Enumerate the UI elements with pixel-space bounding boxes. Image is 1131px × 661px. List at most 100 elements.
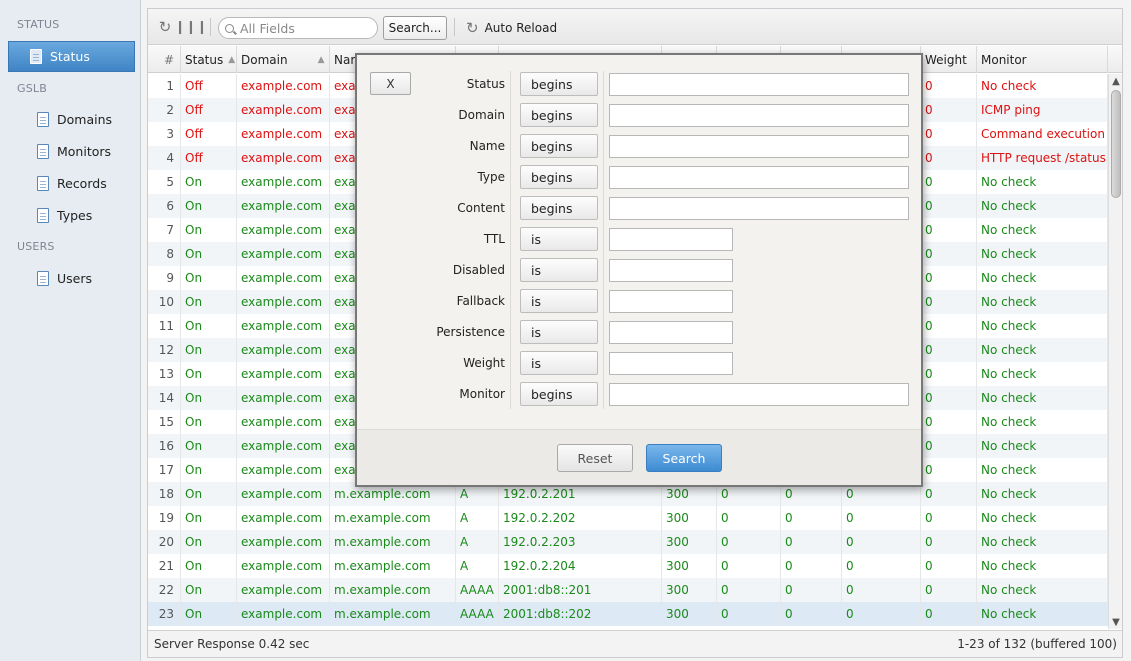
cell-status: On [181, 482, 237, 506]
overlay-footer: Reset Search [357, 429, 921, 485]
vertical-scrollbar[interactable]: ▲ ▼ [1108, 74, 1122, 629]
filter-label: Persistence [436, 325, 505, 339]
column-header-label: Monitor [981, 52, 1027, 67]
operator-select[interactable]: begins [520, 165, 598, 189]
cell-disabled: 0 [717, 530, 781, 554]
filter-label: Weight [463, 356, 505, 370]
operator-select[interactable]: begins [520, 134, 598, 158]
search-submit-button[interactable]: Search [646, 444, 722, 472]
cell-monitor: No check [977, 482, 1108, 506]
sidebar-item-records[interactable]: Records [8, 168, 135, 199]
cell-status: On [181, 266, 237, 290]
cell-disabled: 0 [717, 554, 781, 578]
column-header-label: Domain [241, 52, 288, 67]
cell-weight: 0 [921, 122, 977, 146]
operator-select[interactable]: is [520, 320, 598, 344]
filter-value-input[interactable] [609, 352, 733, 375]
scroll-down-icon[interactable]: ▼ [1109, 615, 1123, 629]
cell-status: On [181, 170, 237, 194]
operator-select[interactable]: is [520, 289, 598, 313]
toolbar-divider [210, 18, 211, 36]
cell-type: A [456, 506, 499, 530]
filter-value-input[interactable] [609, 197, 909, 220]
column-header-status[interactable]: Status ▲ [181, 46, 237, 73]
cell-monitor: No check [977, 338, 1108, 362]
filter-value-input[interactable] [609, 383, 909, 406]
filter-value-input[interactable] [609, 259, 733, 282]
scrollbar-thumb[interactable] [1111, 90, 1121, 198]
column-header-monitor[interactable]: Monitor [977, 46, 1108, 73]
filter-value-input[interactable] [609, 166, 909, 189]
column-header-label: # [163, 52, 174, 67]
sidebar-item-types[interactable]: Types [8, 200, 135, 231]
filter-value-input[interactable] [609, 135, 909, 158]
operator-select[interactable]: begins [520, 196, 598, 220]
cell-monitor: No check [977, 410, 1108, 434]
cell-n: 17 [148, 458, 181, 482]
cell-domain: example.com [237, 122, 330, 146]
filter-value-input[interactable] [609, 104, 909, 127]
operator-select[interactable]: is [520, 258, 598, 282]
sidebar-item-label: Domains [57, 112, 113, 127]
document-icon [37, 271, 49, 286]
sidebar-item-domains[interactable]: Domains [8, 104, 135, 135]
cell-disabled: 0 [717, 602, 781, 626]
cell-domain: example.com [237, 74, 330, 98]
toolbar: ↻ ❙❙❙ All Fields Search... ↻ Auto Reload [148, 9, 1122, 45]
search-placeholder: All Fields [240, 20, 295, 36]
cell-n: 23 [148, 602, 181, 626]
sidebar-item-users[interactable]: Users [8, 263, 135, 294]
filter-row-monitor: Monitor begins [357, 379, 921, 410]
cell-monitor: No check [977, 290, 1108, 314]
cell-monitor: No check [977, 602, 1108, 626]
filter-value-input[interactable] [609, 228, 733, 251]
cell-status: On [181, 578, 237, 602]
filter-row-disabled: Disabled is [357, 255, 921, 286]
search-input[interactable]: All Fields [218, 17, 378, 39]
table-row[interactable]: 19 On example.com m.example.com A 192.0.2.202… [148, 506, 1108, 530]
refresh-icon[interactable]: ↻ [156, 15, 174, 39]
cell-fallback: 0 [781, 578, 842, 602]
filter-value-input[interactable] [609, 290, 733, 313]
reset-button[interactable]: Reset [557, 444, 633, 472]
sidebar-item-status[interactable]: Status [8, 41, 135, 72]
table-row[interactable]: 23 On example.com m.example.com AAAA 2001:db8… [148, 602, 1108, 626]
search-button[interactable]: Search... [383, 16, 447, 40]
cell-fallback: 0 [781, 506, 842, 530]
table-row[interactable]: 21 On example.com m.example.com A 192.0.2.204… [148, 554, 1108, 578]
scroll-up-icon[interactable]: ▲ [1109, 74, 1123, 88]
sidebar-item-monitors[interactable]: Monitors [8, 136, 135, 167]
columns-icon[interactable]: ❙❙❙ [175, 15, 208, 39]
operator-select[interactable]: begins [520, 72, 598, 96]
table-row[interactable]: 20 On example.com m.example.com A 192.0.2.203… [148, 530, 1108, 554]
column-header-weight[interactable]: Weight [921, 46, 977, 73]
cell-domain: example.com [237, 410, 330, 434]
sidebar-item-label: Users [57, 271, 93, 286]
filter-value-input[interactable] [609, 321, 733, 344]
operator-select[interactable]: begins [520, 382, 598, 406]
cell-domain: example.com [237, 242, 330, 266]
filter-label: Type [477, 170, 505, 184]
cell-domain: example.com [237, 434, 330, 458]
operator-select[interactable]: is [520, 351, 598, 375]
cell-content: 192.0.2.203 [499, 530, 662, 554]
operator-select[interactable]: is [520, 227, 598, 251]
column-header-number[interactable]: # [148, 46, 181, 73]
cell-n: 16 [148, 434, 181, 458]
cell-status: On [181, 218, 237, 242]
cell-monitor: No check [977, 554, 1108, 578]
cell-monitor: No check [977, 242, 1108, 266]
cell-domain: example.com [237, 554, 330, 578]
cell-n: 5 [148, 170, 181, 194]
column-header-domain[interactable]: Domain ▲ [237, 46, 330, 73]
table-row[interactable]: 22 On example.com m.example.com AAAA 2001:db8… [148, 578, 1108, 602]
cell-monitor: No check [977, 434, 1108, 458]
auto-reload-button[interactable]: ↻ Auto Reload [466, 16, 557, 40]
cell-name: m.example.com [330, 554, 456, 578]
cell-weight: 0 [921, 314, 977, 338]
filter-value-input[interactable] [609, 73, 909, 96]
operator-select[interactable]: begins [520, 103, 598, 127]
search-overlay: X Status begins Domain begins Name begins Type… [355, 53, 923, 487]
cell-monitor: No check [977, 314, 1108, 338]
cell-n: 8 [148, 242, 181, 266]
